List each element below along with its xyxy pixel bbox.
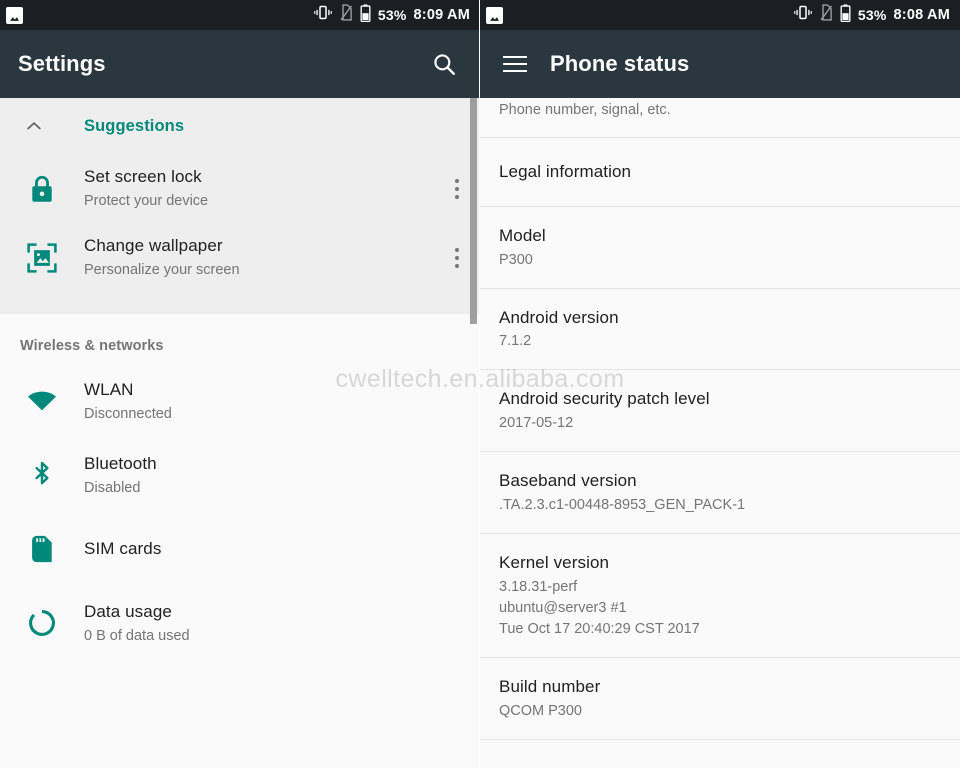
phone-status-list: Phone number, signal, etc. Legal informa…: [480, 98, 960, 768]
suggestion-text-block: Set screen lock Protect your device: [84, 166, 434, 211]
sidebar-item-text: WLAN Disconnected: [84, 379, 480, 424]
list-item-title: Baseband version: [499, 471, 637, 491]
app-bar-phone-status: Phone status: [480, 30, 960, 98]
no-sim-icon: [819, 4, 833, 26]
suggestion-subtitle: Personalize your screen: [84, 262, 240, 279]
sidebar-item-subtitle: Disabled: [84, 479, 141, 496]
list-item-content: Phone number, signal, etc.: [499, 100, 960, 137]
list-item-content: Kernel version 3.18.31-perf ubuntu@serve…: [499, 534, 960, 657]
lock-icon: [0, 174, 84, 204]
list-item-content: Legal information: [499, 138, 960, 206]
list-item-android-version[interactable]: Android version 7.1.2: [480, 289, 960, 371]
hamburger-menu-icon[interactable]: [494, 43, 536, 85]
battery-percent-label: 53%: [377, 7, 407, 23]
list-item-title: Kernel version: [499, 553, 610, 573]
image-icon: [6, 6, 23, 24]
page-title: Settings: [18, 51, 106, 76]
status-bar-notifications: [6, 6, 23, 24]
list-item-subtitle: .TA.2.3.c1-00448-8953_GEN_PACK-1: [499, 497, 746, 514]
panel-divider: [479, 0, 480, 768]
battery-icon: [840, 3, 851, 27]
status-bar-left: 53% 8:09 AM: [0, 0, 480, 30]
sidebar-item-text: Bluetooth Disabled: [84, 453, 480, 498]
list-item-subtitle: QCOM P300: [499, 702, 582, 719]
list-item-model[interactable]: Model P300: [480, 207, 960, 289]
section-header-wireless-networks: Wireless & networks: [20, 338, 164, 355]
settings-list: Suggestions Set screen lock Protect your…: [0, 98, 480, 768]
list-item-content: Baseband version .TA.2.3.c1-00448-8953_G…: [499, 452, 960, 533]
wallpaper-icon: [0, 243, 84, 273]
sidebar-item-data-usage[interactable]: Data usage 0 B of data used: [0, 586, 480, 660]
list-item-title: Android security patch level: [499, 389, 710, 409]
list-item-title: Legal information: [499, 162, 632, 182]
page-title: Phone status: [550, 51, 690, 76]
status-bar-indicators-left: 53% 8:09 AM: [314, 3, 470, 27]
list-item-subtitle: Phone number, signal, etc.: [499, 102, 671, 118]
vertical-scrollbar-thumb[interactable]: [470, 98, 477, 324]
sidebar-item-bluetooth[interactable]: Bluetooth Disabled: [0, 438, 480, 512]
battery-percent-label: 53%: [857, 7, 887, 23]
app-bar-settings: Settings: [0, 30, 480, 98]
sidebar-item-title: Data usage: [84, 601, 172, 621]
list-item-title: Build number: [499, 676, 601, 696]
sidebar-item-text: Data usage 0 B of data used: [84, 601, 480, 646]
data-usage-icon: [0, 609, 84, 637]
list-item-android-security-patch-level[interactable]: Android security patch level 2017-05-12: [480, 370, 960, 453]
status-bar-right: 53% 8:08 AM: [480, 0, 960, 30]
suggestion-item-set-screen-lock[interactable]: Set screen lock Protect your device: [0, 154, 480, 223]
vibrate-icon: [794, 5, 812, 25]
sidebar-item-title: SIM cards: [84, 539, 162, 558]
list-item-baseband-version[interactable]: Baseband version .TA.2.3.c1-00448-8953_G…: [480, 452, 960, 535]
sim-card-icon: [0, 535, 84, 563]
sidebar-item-sim-cards[interactable]: SIM cards: [0, 512, 480, 586]
chevron-up-icon[interactable]: [18, 110, 50, 142]
sidebar-item-subtitle: Disconnected: [84, 405, 172, 422]
suggestion-title: Set screen lock: [84, 167, 202, 186]
list-item-subtitle: 2017-05-12: [499, 415, 574, 432]
status-bar-indicators-right: 53% 8:08 AM: [794, 3, 950, 27]
suggestion-text-block: Change wallpaper Personalize your screen: [84, 235, 434, 280]
status-bar-clock: 8:09 AM: [413, 6, 470, 23]
list-item-legal-information[interactable]: Legal information: [480, 138, 960, 207]
suggestion-item-change-wallpaper[interactable]: Change wallpaper Personalize your screen: [0, 223, 480, 292]
list-item-build-number[interactable]: Build number QCOM P300: [480, 658, 960, 740]
list-item-content: Model P300: [499, 207, 960, 288]
sidebar-item-title: WLAN: [84, 379, 134, 399]
status-bar-clock: 8:08 AM: [893, 6, 950, 23]
list-item-content: Android version 7.1.2: [499, 289, 960, 370]
list-item-content: Android security patch level 2017-05-12: [499, 370, 960, 451]
sidebar-item-title: Bluetooth: [84, 453, 157, 473]
suggestion-title: Change wallpaper: [84, 236, 223, 256]
list-item-phone-number[interactable]: Phone number, signal, etc.: [480, 100, 960, 139]
list-item-content: Build number QCOM P300: [499, 658, 960, 739]
list-item-title: Model: [499, 225, 546, 245]
suggestions-label: Suggestions: [84, 116, 185, 135]
list-item-subtitle: 7.1.2: [499, 333, 532, 350]
suggestions-card: Suggestions Set screen lock Protect your…: [0, 98, 480, 315]
list-item-title: Android version: [499, 307, 619, 327]
image-icon: [486, 6, 503, 24]
sidebar-item-text: SIM cards: [84, 538, 480, 561]
dual-screenshot-composite: 53% 8:09 AM Settings Suggestions Set scr…: [0, 0, 960, 768]
status-bar-notifications: [486, 6, 503, 24]
search-icon[interactable]: [426, 46, 462, 82]
wifi-icon: [0, 389, 84, 413]
sidebar-item-wlan[interactable]: WLAN Disconnected: [0, 364, 480, 438]
list-item-subtitle: 3.18.31-perf ubuntu@server3 #1 Tue Oct 1…: [499, 578, 700, 637]
suggestions-header[interactable]: Suggestions: [0, 98, 480, 154]
suggestion-subtitle: Protect your device: [84, 192, 209, 209]
battery-icon: [360, 3, 371, 27]
no-sim-icon: [339, 4, 353, 26]
vibrate-icon: [314, 5, 332, 25]
list-item-subtitle: P300: [499, 251, 533, 268]
left-panel-settings: 53% 8:09 AM Settings Suggestions Set scr…: [0, 0, 480, 768]
right-panel-phone-status: 53% 8:08 AM Phone status Phone number, s…: [480, 0, 960, 768]
bluetooth-icon: [0, 460, 84, 490]
sidebar-item-subtitle: 0 B of data used: [84, 627, 190, 644]
list-item-kernel-version[interactable]: Kernel version 3.18.31-perf ubuntu@serve…: [480, 534, 960, 658]
